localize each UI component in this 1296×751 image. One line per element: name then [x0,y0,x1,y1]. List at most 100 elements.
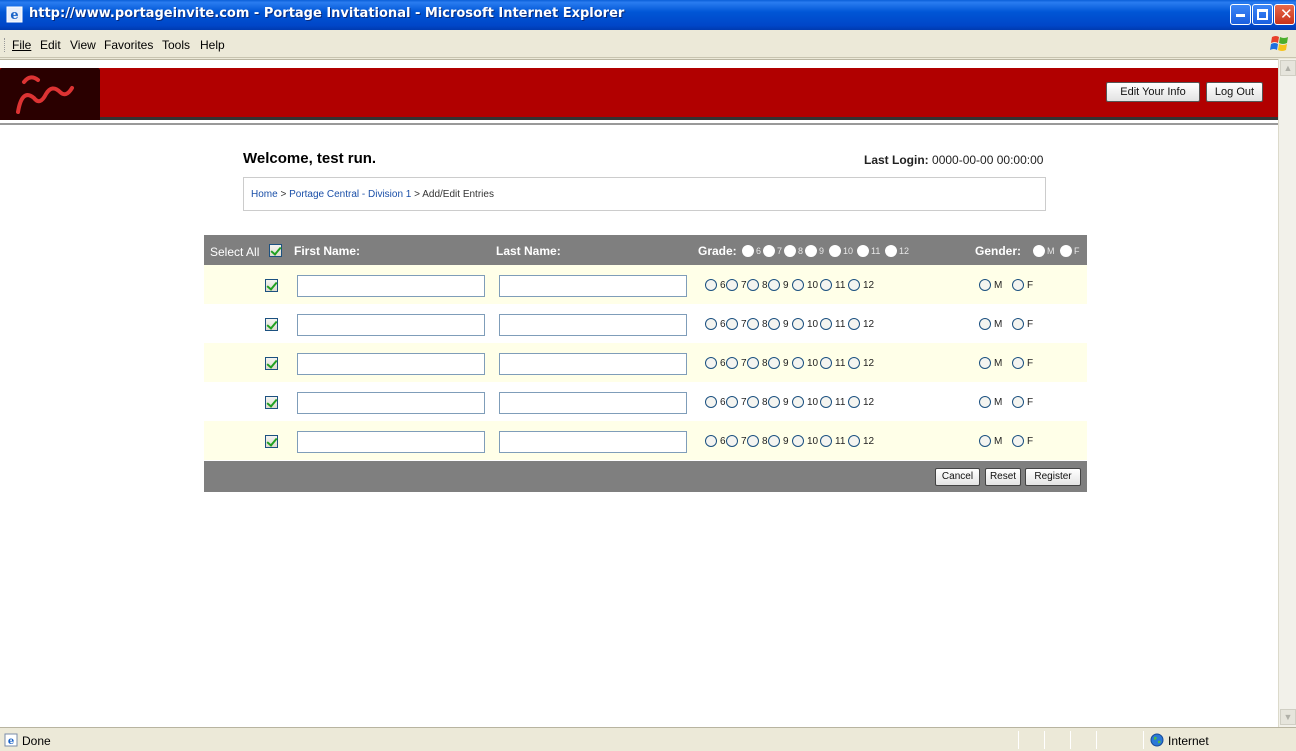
grade-radio[interactable] [726,435,738,447]
row-select-checkbox[interactable] [265,318,278,331]
gender-radio[interactable] [1012,357,1024,369]
grade-radio[interactable] [705,279,717,291]
grade-header: Grade: [698,244,737,258]
grade-radio[interactable] [848,318,860,330]
grade-radio[interactable] [820,357,832,369]
grade-radio[interactable] [792,279,804,291]
row-select-checkbox[interactable] [265,435,278,448]
grade-radio[interactable] [820,279,832,291]
gender-radio[interactable] [1012,279,1024,291]
grade-select-all-radio[interactable] [857,245,869,257]
first-name-input[interactable] [297,275,485,297]
breadcrumb-division-link[interactable]: Portage Central - Division 1 [289,189,411,200]
last-name-input[interactable] [499,314,687,336]
last-name-input[interactable] [499,353,687,375]
gender-radio[interactable] [979,357,991,369]
grade-radio[interactable] [705,435,717,447]
breadcrumb-home-link[interactable]: Home [251,189,278,200]
grade-radio[interactable] [747,357,759,369]
grade-radio[interactable] [747,279,759,291]
entries-table: Select All First Name: Last Name: Grade:… [204,235,1087,492]
last-name-input[interactable] [499,431,687,453]
edit-your-info-button[interactable]: Edit Your Info [1106,82,1200,102]
gender-radio[interactable] [979,318,991,330]
grade-radio[interactable] [792,318,804,330]
gender-select-all-radio[interactable] [1033,245,1045,257]
gender-radio[interactable] [1012,318,1024,330]
first-name-input[interactable] [297,314,485,336]
grade-radio[interactable] [768,318,780,330]
grade-radio[interactable] [705,396,717,408]
menu-help[interactable]: Help [200,38,225,52]
status-divider [1096,731,1097,749]
gender-option-label: M [994,280,1003,291]
grade-radio[interactable] [726,279,738,291]
grade-select-all-radio[interactable] [763,245,775,257]
menu-view[interactable]: View [70,38,96,52]
register-button[interactable]: Register [1025,468,1081,486]
reset-button[interactable]: Reset [985,468,1021,486]
maximize-button[interactable] [1252,4,1273,25]
last-name-input[interactable] [499,275,687,297]
menu-file[interactable]: File [12,38,31,52]
menu-tools[interactable]: Tools [162,38,190,52]
close-window-button[interactable]: ✕ [1274,4,1295,25]
first-name-input[interactable] [297,353,485,375]
scroll-up-arrow-icon[interactable]: ▲ [1280,60,1296,76]
table-row: 6 7 8 9 10 11 12 M F [204,265,1087,304]
row-select-checkbox[interactable] [265,279,278,292]
grade-option-label: 7 [741,280,747,291]
grade-select-all-radio[interactable] [829,245,841,257]
grade-radio[interactable] [726,318,738,330]
grade-radio[interactable] [820,396,832,408]
gender-radio[interactable] [979,279,991,291]
gender-radio[interactable] [1012,396,1024,408]
menu-edit[interactable]: Edit [40,38,61,52]
last-name-input[interactable] [499,392,687,414]
log-out-button[interactable]: Log Out [1206,82,1263,102]
grade-radio[interactable] [747,318,759,330]
gender-header: Gender: [975,244,1022,258]
gender-radio[interactable] [979,396,991,408]
grade-radio[interactable] [792,396,804,408]
vertical-scrollbar[interactable]: ▲ ▼ [1278,59,1296,727]
gender-select-all-radio[interactable] [1060,245,1072,257]
select-all-checkbox[interactable] [269,244,282,257]
grade-radio[interactable] [726,396,738,408]
grade-radio[interactable] [848,279,860,291]
cancel-button[interactable]: Cancel [935,468,980,486]
grade-radio[interactable] [848,357,860,369]
grade-select-all-radio[interactable] [742,245,754,257]
row-select-checkbox[interactable] [265,396,278,409]
grade-radio[interactable] [820,318,832,330]
grade-radio[interactable] [792,357,804,369]
scroll-down-arrow-icon[interactable]: ▼ [1280,709,1296,725]
grade-select-all-radio[interactable] [885,245,897,257]
status-divider [1143,731,1144,749]
grade-radio[interactable] [768,279,780,291]
grade-radio[interactable] [820,435,832,447]
grade-radio[interactable] [705,318,717,330]
grade-radio[interactable] [848,435,860,447]
grade-radio[interactable] [705,357,717,369]
grade-radio[interactable] [768,435,780,447]
row-select-checkbox[interactable] [265,357,278,370]
grade-radio[interactable] [768,396,780,408]
grade-radio[interactable] [747,435,759,447]
gender-option-label: M [994,397,1003,408]
minimize-button[interactable] [1230,4,1251,25]
grade-radio[interactable] [848,396,860,408]
grade-option-label: 11 [835,436,846,447]
grade-select-all-radio[interactable] [784,245,796,257]
gender-radio[interactable] [979,435,991,447]
grade-select-all-radio[interactable] [805,245,817,257]
grade-radio[interactable] [726,357,738,369]
svg-text:e: e [10,8,18,23]
grade-radio[interactable] [768,357,780,369]
grade-radio[interactable] [792,435,804,447]
first-name-input[interactable] [297,392,485,414]
gender-radio[interactable] [1012,435,1024,447]
first-name-input[interactable] [297,431,485,453]
grade-radio[interactable] [747,396,759,408]
menu-favorites[interactable]: Favorites [104,38,153,52]
